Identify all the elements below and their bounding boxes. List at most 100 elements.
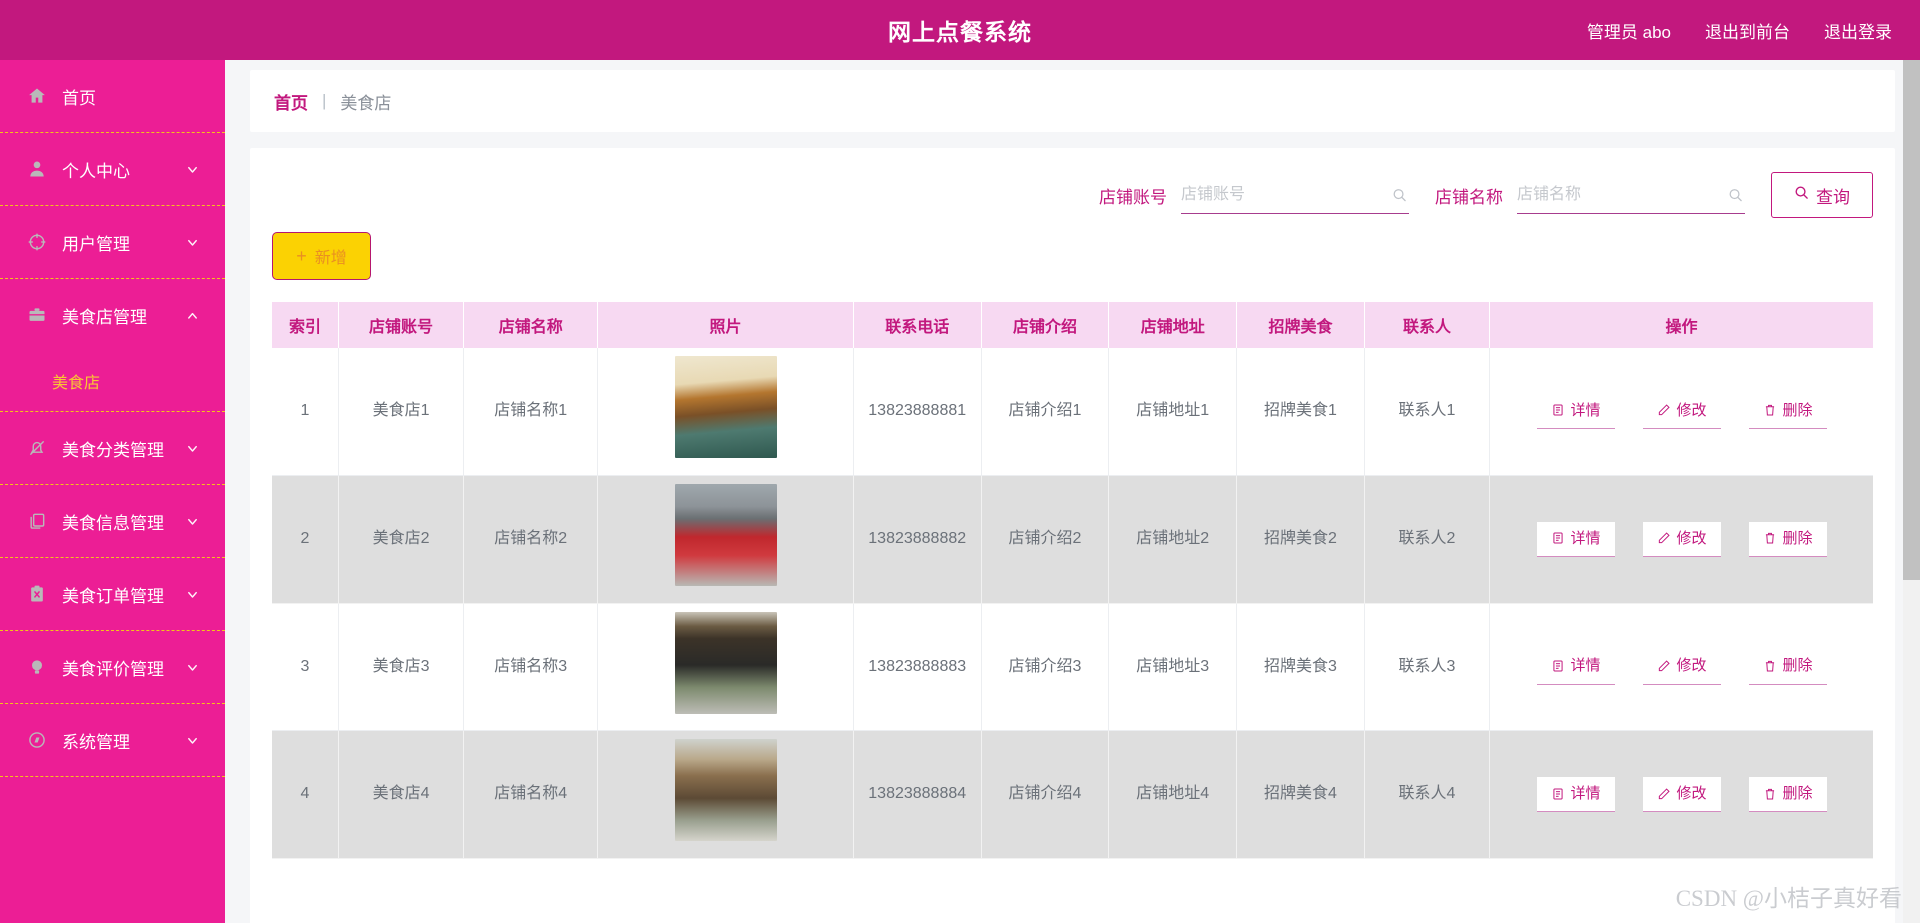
cell-index: 1 (272, 348, 339, 476)
sidebar-item-food-info-management[interactable]: 美食信息管理 (0, 485, 225, 557)
pencil-icon (1657, 787, 1671, 801)
sidebar-item-food-category-management[interactable]: 美食分类管理 (0, 412, 225, 484)
col-signature-food: 招牌美食 (1236, 302, 1365, 348)
search-field-shop-name: 店铺名称 (1435, 176, 1745, 214)
edit-button[interactable]: 修改 (1642, 777, 1721, 813)
page-scrollbar-track[interactable] (1903, 60, 1920, 923)
pencil-icon (1657, 659, 1671, 673)
breadcrumb-home-link[interactable]: 首页 (274, 89, 308, 114)
sidebar-group-system: 系统管理 (0, 704, 225, 777)
table-row: 3 美食店3 店铺名称3 13823888883 店铺介绍3 店铺地址3 招牌美食3 联系人3… (272, 603, 1873, 732)
sidebar-item-food-review-management[interactable]: 美食评价管理 (0, 631, 225, 703)
delete-button[interactable]: 删除 (1748, 394, 1827, 430)
cell-intro: 店铺介绍1 (981, 348, 1110, 476)
cell-index: 2 (272, 475, 339, 604)
cell-phone: 13823888881 (853, 348, 982, 476)
shop-photo-thumbnail[interactable] (674, 483, 777, 586)
delete-button[interactable]: 删除 (1748, 521, 1827, 557)
edit-button-label: 修改 (1676, 529, 1707, 547)
row-action-group: 详情 修改 删除 (1496, 777, 1867, 813)
document-icon (1551, 659, 1565, 673)
chevron-down-icon[interactable] (177, 514, 207, 529)
add-button[interactable]: + 新增 (272, 232, 371, 280)
sidebar-group-personal: 个人中心 (0, 133, 225, 206)
col-phone: 联系电话 (853, 302, 982, 348)
cell-address: 店铺地址3 (1108, 603, 1238, 732)
row-action-group: 详情 修改 删除 (1496, 394, 1867, 430)
sidebar-group-food-info: 美食信息管理 (0, 485, 225, 558)
edit-button[interactable]: 修改 (1642, 521, 1721, 557)
detail-button[interactable]: 详情 (1536, 394, 1615, 430)
shop-photo-thumbnail[interactable] (674, 356, 777, 458)
detail-button[interactable]: 详情 (1536, 777, 1615, 813)
logout-link[interactable]: 退出登录 (1824, 18, 1892, 43)
delete-button[interactable]: 删除 (1748, 649, 1827, 685)
header-user-area: 管理员 abo 退出到前台 退出登录 (1587, 18, 1892, 43)
search-shop-name-input-wrap[interactable] (1517, 176, 1745, 214)
search-field-account: 店铺账号 (1099, 176, 1409, 214)
cell-address: 店铺地址4 (1108, 730, 1238, 860)
cell-shop-name: 店铺名称4 (463, 730, 599, 860)
shops-table: 索引 店铺账号 店铺名称 照片 联系电话 店铺介绍 店铺地址 招牌美食 联系人 … (272, 302, 1873, 860)
chevron-down-icon[interactable] (177, 733, 207, 748)
pencil-icon (1657, 531, 1671, 545)
sidebar-group-user-mgmt: 用户管理 (0, 206, 225, 279)
cell-intro: 店铺介绍4 (981, 730, 1110, 860)
cell-intro: 店铺介绍3 (981, 603, 1110, 732)
admin-name-label: 管理员 abo (1586, 22, 1671, 42)
cell-intro: 店铺介绍2 (981, 475, 1110, 604)
chevron-down-icon[interactable] (177, 441, 207, 456)
pencil-icon (1657, 403, 1671, 417)
sidebar-nav: 首页 个人中心 用户管理 美食店管理 美食店 美食分类管理 美食信息管理 美食订… (0, 60, 225, 923)
cell-operations: 详情 修改 删除 (1489, 475, 1873, 604)
content-panel: 店铺账号 店铺名称 (250, 148, 1895, 923)
sidebar-item-system-management[interactable]: 系统管理 (0, 704, 225, 776)
chevron-down-icon[interactable] (177, 587, 207, 602)
cell-photo (597, 730, 854, 860)
edit-button[interactable]: 修改 (1642, 649, 1721, 685)
sidebar-item-shop-management[interactable]: 美食店管理 (0, 279, 225, 351)
sidebar-label-shop-management: 美食店管理 (62, 307, 147, 327)
bulb-icon (26, 656, 48, 678)
trash-icon (1763, 531, 1777, 545)
delete-button[interactable]: 删除 (1748, 777, 1827, 813)
document-icon (1551, 787, 1565, 801)
sidebar-group-food-order: 美食订单管理 (0, 558, 225, 631)
search-shop-name-input[interactable] (1517, 176, 1745, 213)
row-action-group: 详情 修改 删除 (1496, 649, 1867, 685)
cell-contact: 联系人4 (1364, 730, 1491, 860)
table-header-row: 索引 店铺账号 店铺名称 照片 联系电话 店铺介绍 店铺地址 招牌美食 联系人 … (272, 302, 1873, 348)
copy-icon (26, 510, 48, 532)
chevron-up-icon[interactable] (177, 308, 207, 323)
query-button[interactable]: 查询 (1771, 172, 1873, 218)
edit-button[interactable]: 修改 (1642, 394, 1721, 430)
sidebar-label-food-order-management: 美食订单管理 (62, 586, 164, 606)
detail-button-label: 详情 (1570, 657, 1601, 675)
user-icon (26, 158, 48, 180)
chevron-down-icon[interactable] (177, 235, 207, 250)
detail-button[interactable]: 详情 (1536, 649, 1615, 685)
shop-photo-thumbnail[interactable] (674, 611, 777, 714)
chevron-down-icon[interactable] (177, 660, 207, 675)
search-account-input-wrap[interactable] (1181, 176, 1409, 214)
cell-photo (597, 603, 854, 732)
add-button-label: 新增 (314, 250, 347, 267)
sidebar-item-personal-center[interactable]: 个人中心 (0, 133, 225, 205)
trash-icon (1763, 403, 1777, 417)
sidebar-subitem-shop[interactable]: 美食店 (0, 351, 225, 411)
cell-address: 店铺地址2 (1108, 475, 1238, 604)
sidebar-item-home[interactable]: 首页 (0, 60, 225, 132)
shop-photo-thumbnail[interactable] (674, 739, 777, 842)
col-shop-name: 店铺名称 (463, 302, 599, 348)
shops-table-wrap: 索引 店铺账号 店铺名称 照片 联系电话 店铺介绍 店铺地址 招牌美食 联系人 … (272, 302, 1873, 860)
page-scrollbar-thumb[interactable] (1903, 60, 1920, 580)
sidebar-label-food-category-management: 美食分类管理 (62, 440, 164, 460)
search-account-input[interactable] (1181, 176, 1409, 213)
sidebar-item-user-management[interactable]: 用户管理 (0, 206, 225, 278)
exit-to-frontend-link[interactable]: 退出到前台 (1705, 18, 1790, 43)
detail-button[interactable]: 详情 (1536, 521, 1615, 557)
sidebar-item-food-order-management[interactable]: 美食订单管理 (0, 558, 225, 630)
cell-phone: 13823888883 (853, 603, 982, 732)
edit-button-label: 修改 (1676, 657, 1707, 675)
chevron-down-icon[interactable] (177, 162, 207, 177)
